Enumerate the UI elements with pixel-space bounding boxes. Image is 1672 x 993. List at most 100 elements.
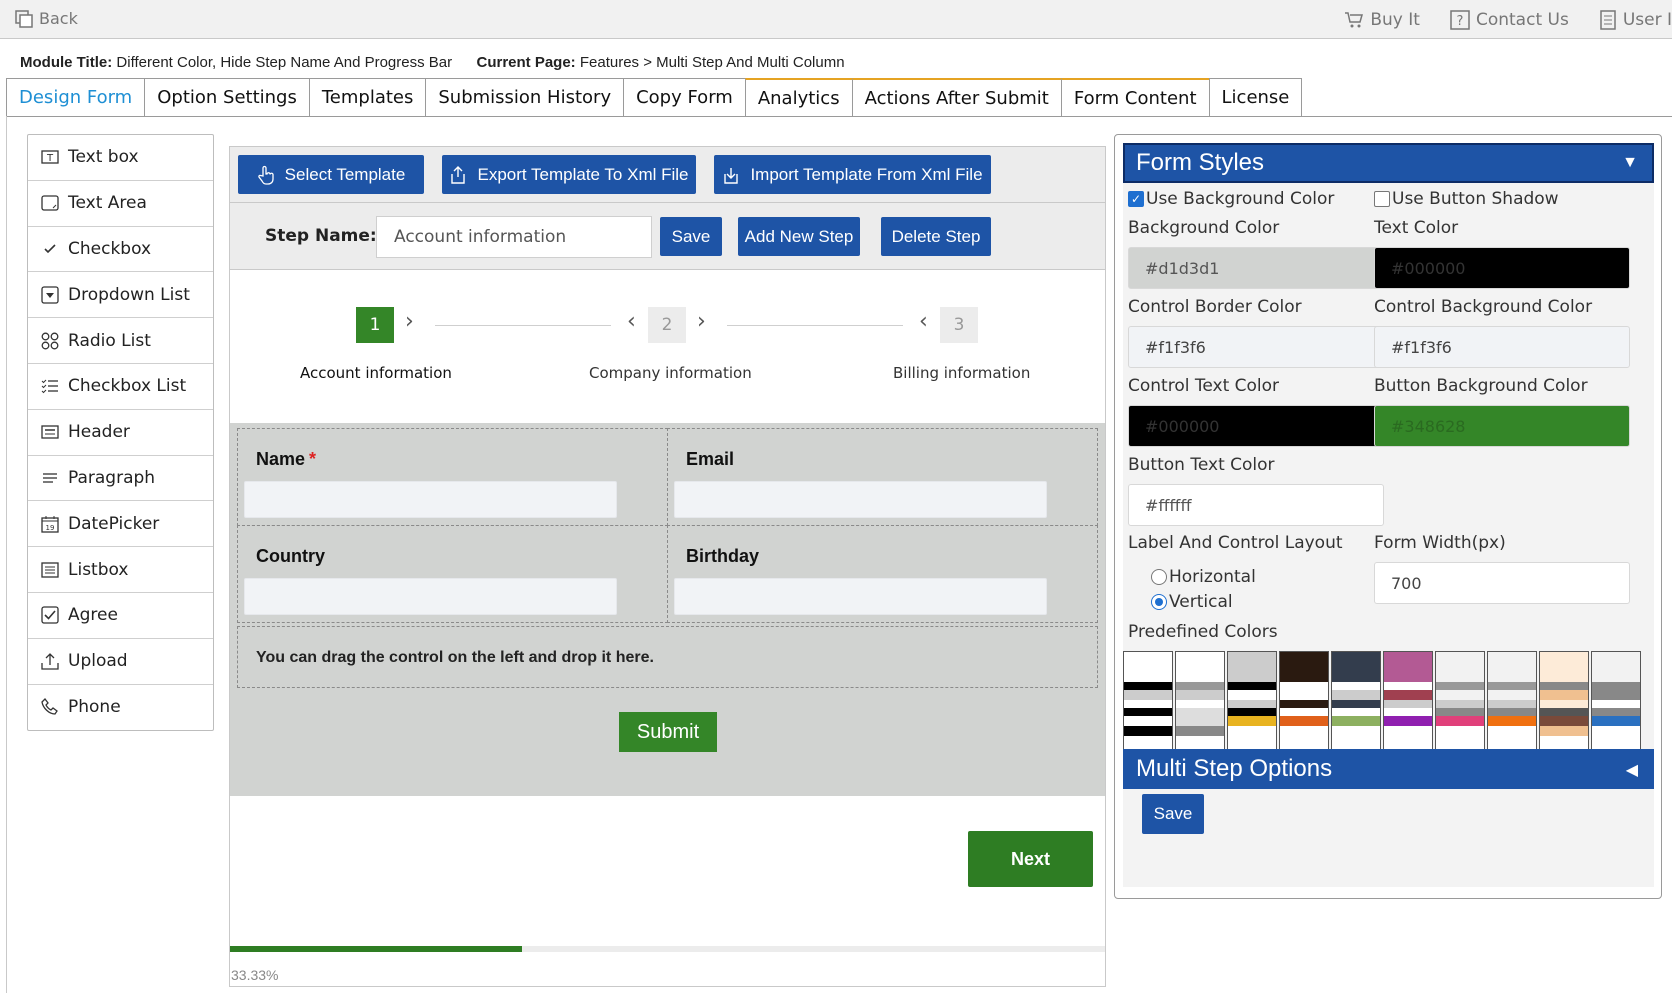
drop-hint: You can drag the control on the left and… bbox=[256, 649, 654, 666]
tool-dropdown-list[interactable]: Dropdown List bbox=[28, 272, 213, 319]
ctrl-text-input[interactable]: #000000 bbox=[1128, 405, 1384, 447]
tool-text-box[interactable]: T Text box bbox=[28, 135, 213, 181]
swatch-band bbox=[1124, 682, 1172, 690]
buy-it-link[interactable]: Buy It bbox=[1344, 10, 1420, 30]
module-title-value: Different Color, Hide Step Name And Prog… bbox=[116, 54, 453, 71]
tool-header[interactable]: Header bbox=[28, 410, 213, 456]
name-input[interactable] bbox=[244, 481, 617, 518]
tool-listbox[interactable]: Listbox bbox=[28, 547, 213, 593]
btn-bg-input[interactable]: #348628 bbox=[1374, 405, 1630, 447]
swatch-band bbox=[1228, 690, 1276, 700]
next-button[interactable]: Next bbox=[968, 831, 1093, 887]
color-swatch-4[interactable] bbox=[1279, 651, 1329, 751]
email-cell[interactable]: Email bbox=[667, 428, 1098, 526]
tool-label: Upload bbox=[68, 651, 128, 672]
export-template-label: Export Template To Xml File bbox=[477, 164, 689, 184]
contact-us-link[interactable]: ? Contact Us bbox=[1450, 10, 1569, 30]
email-input[interactable] bbox=[674, 481, 1047, 518]
form-styles-header[interactable]: Form Styles ▼ bbox=[1123, 143, 1654, 183]
save-step-button[interactable]: Save bbox=[660, 217, 722, 256]
swatch-band bbox=[1592, 652, 1640, 682]
svg-text:T: T bbox=[46, 153, 54, 164]
tool-checkbox[interactable]: Checkbox bbox=[28, 227, 213, 273]
vertical-radio[interactable]: Vertical bbox=[1151, 592, 1233, 612]
swatch-band bbox=[1332, 652, 1380, 682]
form-width-input[interactable]: 700 bbox=[1374, 562, 1630, 604]
drop-zone[interactable]: You can drag the control on the left and… bbox=[237, 626, 1098, 688]
contact-us-label: Contact Us bbox=[1475, 10, 1569, 30]
delete-step-button[interactable]: Delete Step bbox=[881, 217, 991, 256]
step-name-input[interactable]: Account information bbox=[376, 216, 652, 258]
hand-pointer-icon bbox=[257, 165, 274, 185]
color-swatch-3[interactable] bbox=[1227, 651, 1277, 751]
birthday-input[interactable] bbox=[674, 578, 1047, 615]
tool-radio-list[interactable]: Radio List bbox=[28, 318, 213, 364]
tool-checkbox-list[interactable]: Checkbox List bbox=[28, 364, 213, 410]
country-label: Country bbox=[256, 546, 325, 566]
tab-option-settings[interactable]: Option Settings bbox=[144, 78, 309, 117]
user-link[interactable]: User I bbox=[1599, 10, 1672, 30]
country-input[interactable] bbox=[244, 578, 617, 615]
tool-phone[interactable]: Phone bbox=[28, 685, 213, 731]
tab-copy-form[interactable]: Copy Form bbox=[623, 78, 745, 117]
tool-upload[interactable]: Upload bbox=[28, 639, 213, 685]
color-swatch-6[interactable] bbox=[1383, 651, 1433, 751]
btn-text-input[interactable]: #ffffff bbox=[1128, 484, 1384, 526]
tool-text-area[interactable]: Text Area bbox=[28, 181, 213, 227]
swatch-band bbox=[1124, 700, 1172, 708]
text-color-label: Text Color bbox=[1374, 218, 1459, 238]
add-new-step-button[interactable]: Add New Step bbox=[738, 217, 860, 256]
current-page-label: Current Page: bbox=[476, 54, 576, 71]
step-3-number[interactable]: 3 bbox=[940, 307, 978, 343]
name-label: Name * bbox=[256, 449, 316, 470]
module-info: Module Title: Different Color, Hide Step… bbox=[20, 54, 845, 71]
tool-paragraph[interactable]: Paragraph bbox=[28, 456, 213, 502]
country-cell[interactable]: Country bbox=[237, 525, 668, 623]
ctrl-bg-input[interactable]: #f1f3f6 bbox=[1374, 326, 1630, 368]
bg-color-input[interactable]: #d1d3d1 bbox=[1128, 247, 1384, 289]
tool-label: Radio List bbox=[68, 330, 151, 351]
export-template-button[interactable]: Export Template To Xml File bbox=[442, 155, 696, 194]
color-swatch-1[interactable] bbox=[1123, 651, 1173, 751]
name-cell[interactable]: Name * bbox=[237, 428, 668, 526]
step-1-number[interactable]: 1 bbox=[356, 307, 394, 343]
tool-datepicker[interactable]: 19 DatePicker bbox=[28, 501, 213, 548]
tab-templates[interactable]: Templates bbox=[308, 78, 426, 117]
swatch-band bbox=[1228, 708, 1276, 716]
birthday-cell[interactable]: Birthday bbox=[667, 525, 1098, 623]
styles-panel: Form Styles ▼ ✓ Use Background Color Use… bbox=[1114, 134, 1662, 899]
color-swatch-8[interactable] bbox=[1487, 651, 1537, 751]
tab-actions-after-submit[interactable]: Actions After Submit bbox=[851, 78, 1061, 117]
color-swatch-9[interactable] bbox=[1539, 651, 1589, 751]
btn-text-label: Button Text Color bbox=[1128, 455, 1275, 475]
import-template-button[interactable]: Import Template From Xml File bbox=[714, 155, 991, 194]
use-bg-color-checkbox[interactable]: ✓ Use Background Color bbox=[1128, 189, 1334, 209]
header-icon bbox=[40, 422, 60, 442]
color-swatch-10[interactable] bbox=[1591, 651, 1641, 751]
tool-agree[interactable]: Agree bbox=[28, 593, 213, 639]
styles-save-button[interactable]: Save bbox=[1142, 794, 1204, 834]
tab-submission-history[interactable]: Submission History bbox=[425, 78, 624, 117]
submit-button[interactable]: Submit bbox=[619, 712, 717, 752]
ctrl-border-input[interactable]: #f1f3f6 bbox=[1128, 326, 1384, 368]
swatch-band bbox=[1384, 716, 1432, 726]
select-template-button[interactable]: Select Template bbox=[238, 155, 424, 194]
color-swatch-7[interactable] bbox=[1435, 651, 1485, 751]
back-link[interactable]: Back bbox=[15, 9, 78, 28]
radio-on-icon bbox=[1151, 594, 1167, 610]
swatch-band bbox=[1488, 690, 1536, 700]
horizontal-radio[interactable]: Horizontal bbox=[1151, 567, 1256, 587]
swatch-band bbox=[1124, 708, 1172, 716]
color-swatch-2[interactable] bbox=[1175, 651, 1225, 751]
tab-design-form[interactable]: Design Form bbox=[6, 78, 145, 117]
back-icon bbox=[15, 9, 33, 28]
step-2-number[interactable]: 2 bbox=[648, 307, 686, 343]
color-swatch-5[interactable] bbox=[1331, 651, 1381, 751]
use-button-shadow-checkbox[interactable]: Use Button Shadow bbox=[1374, 189, 1559, 209]
tab-license[interactable]: License bbox=[1208, 78, 1303, 117]
paragraph-icon bbox=[40, 468, 60, 488]
tab-analytics[interactable]: Analytics bbox=[744, 78, 852, 117]
tab-form-content[interactable]: Form Content bbox=[1060, 78, 1209, 117]
text-color-input[interactable]: #000000 bbox=[1374, 247, 1630, 289]
multi-step-options-header[interactable]: Multi Step Options ◀ bbox=[1123, 749, 1654, 789]
